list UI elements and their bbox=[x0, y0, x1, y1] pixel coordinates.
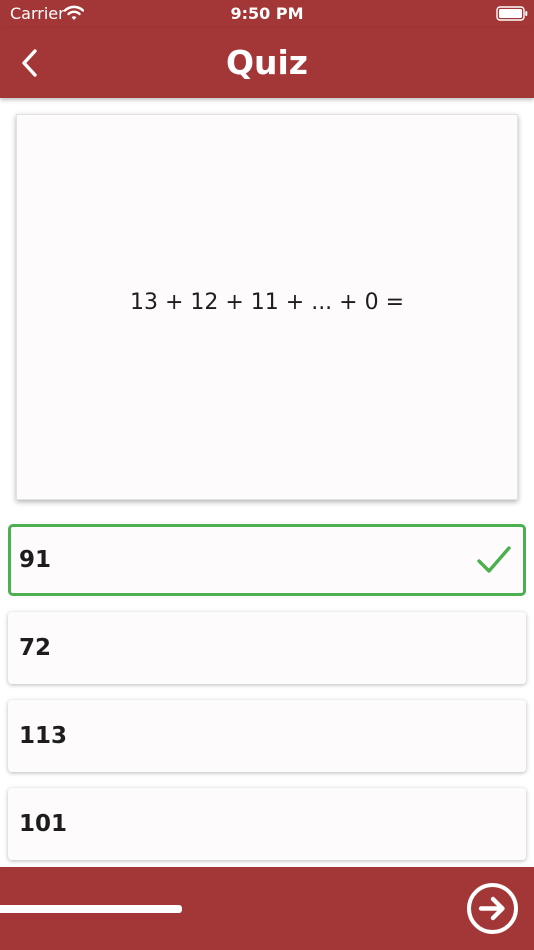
nav-bar: Quiz bbox=[0, 28, 534, 98]
bottom-bar bbox=[0, 867, 534, 950]
answer-option-label: 101 bbox=[19, 811, 68, 837]
page-title: Quiz bbox=[225, 43, 309, 82]
arrow-right-circle-icon bbox=[467, 883, 518, 934]
battery-full-icon bbox=[496, 6, 528, 21]
question-text: 13 + 12 + 11 + ... + 0 = bbox=[129, 289, 405, 315]
answer-option-4[interactable]: 101 bbox=[8, 788, 526, 860]
answer-option-3[interactable]: 113 bbox=[8, 700, 526, 772]
check-icon bbox=[477, 546, 511, 573]
quiz-progress-bar bbox=[0, 905, 534, 913]
status-time: 9:50 PM bbox=[230, 4, 304, 23]
answer-option-label: 72 bbox=[19, 635, 52, 661]
answer-option-label: 113 bbox=[19, 723, 68, 749]
answer-option-2[interactable]: 72 bbox=[8, 612, 526, 684]
answer-option-label: 91 bbox=[19, 547, 52, 573]
status-bar: Carrier 9:50 PM bbox=[0, 0, 534, 28]
answer-option-1[interactable]: 91 bbox=[8, 524, 526, 596]
next-button[interactable] bbox=[466, 882, 519, 935]
quiz-progress-fill bbox=[0, 905, 182, 913]
question-card: 13 + 12 + 11 + ... + 0 = bbox=[16, 114, 518, 500]
